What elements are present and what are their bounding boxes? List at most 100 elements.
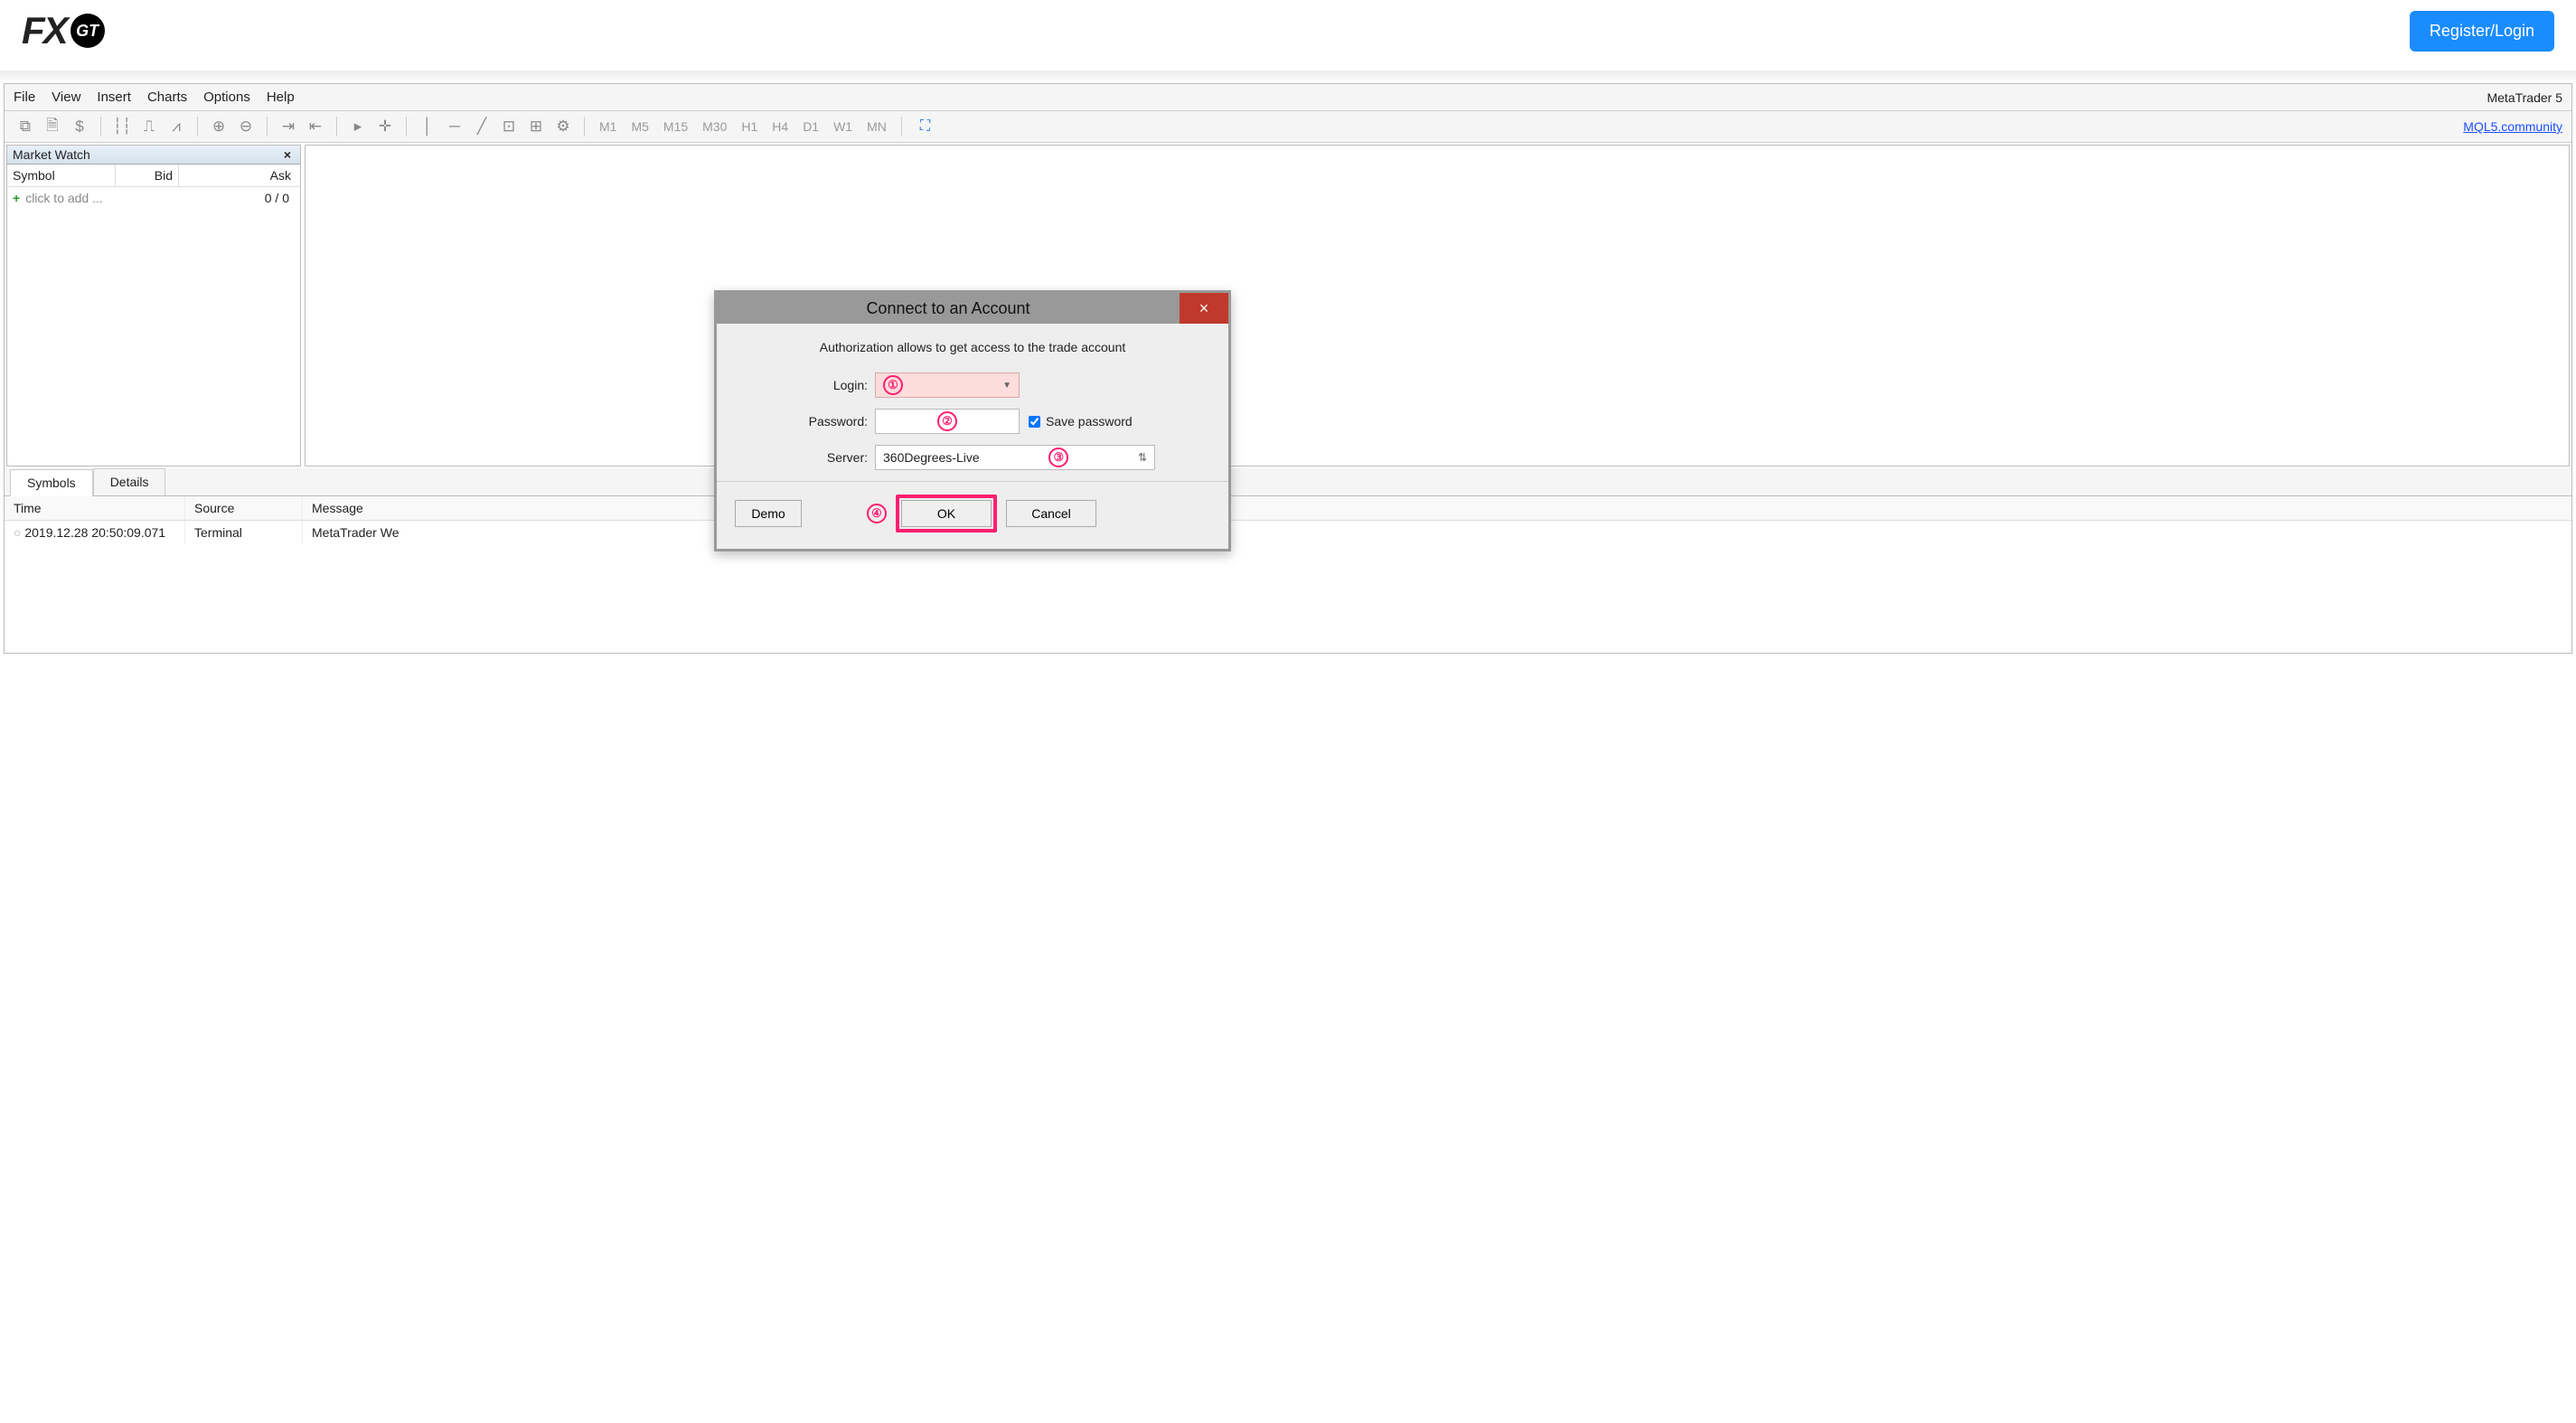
chevron-down-icon: ▼ <box>1002 381 1011 391</box>
cancel-button[interactable]: Cancel <box>1006 500 1096 527</box>
password-label: Password: <box>735 414 875 429</box>
callout-3: ③ <box>1048 448 1068 467</box>
save-password-checkbox[interactable]: Save password <box>1029 414 1133 429</box>
grid-icon[interactable]: ⊞ <box>524 116 548 137</box>
dialog-separator <box>717 481 1228 482</box>
ok-button[interactable]: OK <box>901 500 992 527</box>
market-watch-close-icon[interactable]: × <box>280 147 295 162</box>
journal-source: Terminal <box>185 521 303 544</box>
hline-icon[interactable]: ─ <box>443 116 466 137</box>
menu-insert[interactable]: Insert <box>97 90 131 105</box>
journal-time: 2019.12.28 20:50:09.071 <box>5 521 185 544</box>
callout-1: ① <box>883 375 903 395</box>
chart-area: Connect to an Account × Authorization al… <box>305 145 2570 466</box>
text-icon[interactable]: ⊡ <box>497 116 521 137</box>
register-login-button[interactable]: Register/Login <box>2410 11 2554 52</box>
login-label: Login: <box>735 378 875 392</box>
vline-icon[interactable]: │ <box>416 116 439 137</box>
add-count-value: 0 / 0 <box>265 191 295 205</box>
fxgt-logo: FX GT <box>22 9 105 52</box>
zoom-out-icon[interactable]: ⊖ <box>234 116 258 137</box>
separator <box>406 117 407 137</box>
separator <box>336 117 337 137</box>
menu-options[interactable]: Options <box>203 90 250 105</box>
timeframe-d1[interactable]: D1 <box>797 119 824 134</box>
crosshair-icon[interactable]: ✛ <box>373 116 397 137</box>
dollar-doc-icon[interactable]: $ <box>68 116 91 137</box>
server-select[interactable]: 360Degrees-Live ③ ⇅ <box>875 445 1155 470</box>
market-watch-add-row[interactable]: + click to add ... 0 / 0 <box>7 187 300 209</box>
mql5-community-link[interactable]: MQL5.community <box>2463 119 2562 134</box>
timeframe-m1[interactable]: M1 <box>594 119 622 134</box>
trendline-icon[interactable]: ╱ <box>470 116 494 137</box>
demo-button[interactable]: Demo <box>735 500 802 527</box>
header-shadow <box>0 71 2576 83</box>
menu-file[interactable]: File <box>14 90 35 105</box>
bars-icon[interactable]: ┆┆ <box>110 116 134 137</box>
timeframe-m30[interactable]: M30 <box>697 119 732 134</box>
save-password-checkbox-input[interactable] <box>1029 416 1040 428</box>
timeframe-m15[interactable]: M15 <box>658 119 693 134</box>
col-message[interactable]: Message <box>303 496 2571 520</box>
market-watch-title: Market Watch <box>13 147 90 162</box>
col-source[interactable]: Source <box>185 496 303 520</box>
cursor-icon[interactable]: ▸ <box>346 116 370 137</box>
col-symbol[interactable]: Symbol <box>7 165 116 186</box>
col-ask[interactable]: Ask <box>179 165 300 186</box>
dialog-title: Connect to an Account <box>717 299 1180 318</box>
market-watch-panel: Market Watch × Symbol Bid Ask + click to… <box>6 145 301 466</box>
login-dropdown[interactable]: ① ▼ <box>875 372 1020 398</box>
menu-charts[interactable]: Charts <box>147 90 187 105</box>
app-name-label: MetaTrader 5 <box>2487 90 2562 105</box>
logo-text-gt: GT <box>71 14 105 48</box>
dialog-subtitle: Authorization allows to get access to th… <box>735 340 1210 354</box>
new-chart-icon[interactable]: ⧉ <box>14 116 37 137</box>
timeframe-m5[interactable]: M5 <box>625 119 653 134</box>
page-header: FX GT Register/Login <box>0 0 2576 71</box>
main-area: Market Watch × Symbol Bid Ask + click to… <box>5 143 2571 468</box>
timeframe-mn[interactable]: MN <box>861 119 892 134</box>
click-to-add-label: click to add ... <box>25 191 265 205</box>
ok-highlight: OK <box>896 495 997 532</box>
separator <box>901 117 902 137</box>
menu-help[interactable]: Help <box>267 90 295 105</box>
callout-4: ④ <box>867 504 887 523</box>
document-icon[interactable]: 🗎 <box>41 116 64 137</box>
tab-symbols[interactable]: Symbols <box>10 469 93 496</box>
journal-row: 2019.12.28 20:50:09.071 Terminal MetaTra… <box>5 521 2571 544</box>
plus-icon: + <box>13 191 20 205</box>
zoom-in-icon[interactable]: ⊕ <box>207 116 230 137</box>
callout-2: ② <box>937 411 957 431</box>
shift-icon[interactable]: ⇤ <box>304 116 327 137</box>
timeframe-w1[interactable]: W1 <box>828 119 858 134</box>
metatrader-window: File View Insert Charts Options Help Met… <box>4 83 2572 654</box>
col-time[interactable]: Time <box>5 496 185 520</box>
separator <box>100 117 101 137</box>
tab-details[interactable]: Details <box>93 468 166 495</box>
indicators-icon[interactable]: ⚙ <box>551 116 575 137</box>
separator <box>197 117 198 137</box>
line-icon[interactable]: ⩘ <box>165 116 188 137</box>
menu-view[interactable]: View <box>52 90 80 105</box>
server-value: 360Degrees-Live <box>883 450 980 465</box>
separator <box>267 117 268 137</box>
server-label: Server: <box>735 450 875 465</box>
menu-bar: File View Insert Charts Options Help Met… <box>5 84 2571 111</box>
connect-account-dialog: Connect to an Account × Authorization al… <box>714 290 1231 551</box>
scroll-end-icon[interactable]: ⇥ <box>277 116 300 137</box>
separator <box>584 117 585 137</box>
toolbar: ⧉ 🗎 $ ┆┆ ⎍ ⩘ ⊕ ⊖ ⇥ ⇤ ▸ ✛ │ ─ ╱ ⊡ <box>5 111 2571 143</box>
journal-panel: Time Source Message 2019.12.28 20:50:09.… <box>5 495 2571 653</box>
logo-text-fx: FX <box>22 9 67 52</box>
journal-message: MetaTrader We <box>303 521 2571 544</box>
candles-icon[interactable]: ⎍ <box>137 116 161 137</box>
timeframe-h1[interactable]: H1 <box>736 119 763 134</box>
password-input[interactable]: ② <box>875 409 1020 434</box>
dialog-close-button[interactable]: × <box>1180 293 1228 324</box>
timeframe-h4[interactable]: H4 <box>766 119 794 134</box>
save-password-label: Save password <box>1046 414 1133 429</box>
col-bid[interactable]: Bid <box>116 165 179 186</box>
market-watch-tabs: Symbols Details <box>5 468 2571 495</box>
fullscreen-icon[interactable]: ⛶ <box>920 118 930 135</box>
sort-icon: ⇅ <box>1138 451 1147 464</box>
